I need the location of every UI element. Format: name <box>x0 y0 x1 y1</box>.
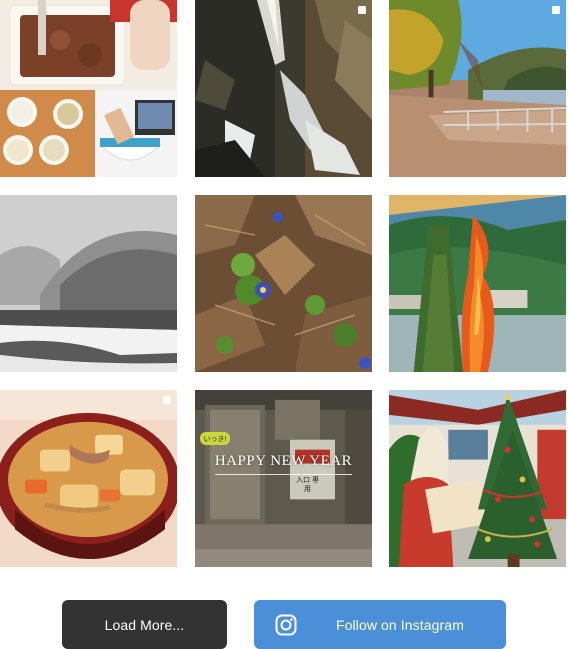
multiple-images-icon <box>358 6 366 14</box>
feed-image-waterfall[interactable] <box>195 0 372 177</box>
feed-image-happy-new-year[interactable]: いっき! HAPPY NEW YEAR 入口 専用 <box>195 390 372 567</box>
feed-image-bonfire[interactable] <box>389 195 566 372</box>
instagram-feed-grid: いっき! HAPPY NEW YEAR 入口 専用 <box>0 0 568 568</box>
feed-image-christmas-tree[interactable] <box>389 390 566 567</box>
feed-image-riverside-autumn[interactable] <box>389 0 566 177</box>
shop-badge: いっき! <box>200 432 230 445</box>
load-more-label: Load More... <box>104 616 185 633</box>
happy-new-year-text: HAPPY NEW YEAR <box>214 453 353 469</box>
multiple-images-icon <box>163 396 171 404</box>
divider-line <box>215 474 352 475</box>
feed-image-blue-flowers[interactable] <box>195 195 372 372</box>
follow-on-instagram-button[interactable]: Follow on Instagram <box>254 600 506 649</box>
instagram-icon <box>274 613 298 637</box>
multiple-images-icon <box>552 6 560 14</box>
follow-label: Follow on Instagram <box>336 616 464 633</box>
entrance-sign: 入口 専用 <box>296 477 319 493</box>
feed-image-miso-soup[interactable] <box>0 390 177 567</box>
feed-image-baking[interactable] <box>0 0 177 177</box>
feed-image-snowy-valley[interactable] <box>0 195 177 372</box>
load-more-button[interactable]: Load More... <box>62 600 227 649</box>
